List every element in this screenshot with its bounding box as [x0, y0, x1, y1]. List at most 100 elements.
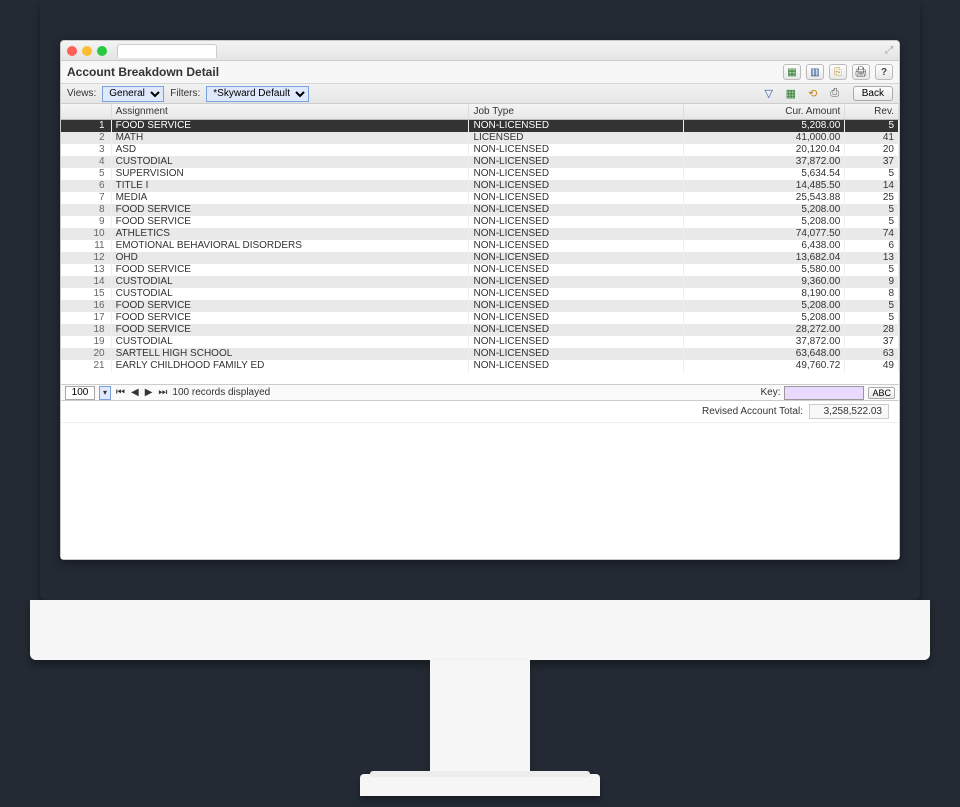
- maximize-icon[interactable]: [97, 46, 107, 56]
- cell-rev: 74: [845, 228, 899, 240]
- table-row[interactable]: 3ASDNON-LICENSED20,120.0420: [61, 144, 899, 156]
- table-row[interactable]: 21EARLY CHILDHOOD FAMILY EDNON-LICENSED4…: [61, 360, 899, 372]
- cell-assignment: FOOD SERVICE: [111, 120, 469, 133]
- print-grid-icon[interactable]: ⎙: [827, 86, 843, 102]
- close-icon[interactable]: [67, 46, 77, 56]
- cell-jobtype: NON-LICENSED: [469, 240, 684, 252]
- col-header-cur-amount[interactable]: Cur. Amount: [684, 104, 845, 120]
- table-row[interactable]: 11EMOTIONAL BEHAVIORAL DISORDERSNON-LICE…: [61, 240, 899, 252]
- key-sort-button[interactable]: ABC: [868, 387, 895, 399]
- col-header-index[interactable]: [61, 104, 111, 120]
- cell-cur-amount: 5,208.00: [684, 216, 845, 228]
- total-row: Revised Account Total: 3,258,522.03: [61, 401, 899, 423]
- cell-rev: 5: [845, 120, 899, 133]
- cell-jobtype: NON-LICENSED: [469, 324, 684, 336]
- row-index: 17: [61, 312, 111, 324]
- browser-tab[interactable]: [117, 44, 217, 58]
- cell-assignment: ASD: [111, 144, 469, 156]
- row-index: 20: [61, 348, 111, 360]
- cell-jobtype: NON-LICENSED: [469, 312, 684, 324]
- next-page-icon[interactable]: ▶: [144, 387, 154, 398]
- row-index: 3: [61, 144, 111, 156]
- copy-icon[interactable]: ⎘: [829, 64, 847, 80]
- help-icon[interactable]: ?: [875, 64, 893, 80]
- cell-cur-amount: 5,580.00: [684, 264, 845, 276]
- cell-jobtype: NON-LICENSED: [469, 264, 684, 276]
- cell-cur-amount: 28,272.00: [684, 324, 845, 336]
- table-row[interactable]: 19CUSTODIALNON-LICENSED37,872.0037: [61, 336, 899, 348]
- page-size-input[interactable]: [65, 386, 95, 400]
- data-grid: Assignment Job Type Cur. Amount Rev. 1FO…: [61, 104, 899, 384]
- table-row[interactable]: 8FOOD SERVICENON-LICENSED5,208.005: [61, 204, 899, 216]
- table-row[interactable]: 10ATHLETICSNON-LICENSED74,077.5074: [61, 228, 899, 240]
- table-row[interactable]: 9FOOD SERVICENON-LICENSED5,208.005: [61, 216, 899, 228]
- cell-jobtype: NON-LICENSED: [469, 228, 684, 240]
- key-input[interactable]: [784, 386, 864, 400]
- table-row[interactable]: 13FOOD SERVICENON-LICENSED5,580.005: [61, 264, 899, 276]
- cell-rev: 14: [845, 180, 899, 192]
- cell-jobtype: NON-LICENSED: [469, 336, 684, 348]
- cell-rev: 5: [845, 204, 899, 216]
- cell-rev: 49: [845, 360, 899, 372]
- col-header-rev[interactable]: Rev.: [845, 104, 899, 120]
- cell-jobtype: NON-LICENSED: [469, 348, 684, 360]
- chart-icon[interactable]: ▥: [806, 64, 824, 80]
- cell-rev: 8: [845, 288, 899, 300]
- print-icon[interactable]: 🖨: [852, 64, 870, 80]
- back-button[interactable]: Back: [853, 86, 893, 101]
- row-index: 2: [61, 132, 111, 144]
- filter-icon[interactable]: ▽: [761, 86, 777, 102]
- table-row[interactable]: 18FOOD SERVICENON-LICENSED28,272.0028: [61, 324, 899, 336]
- key-label: Key:: [760, 387, 780, 398]
- table-row[interactable]: 2MATHLICENSED41,000.0041: [61, 132, 899, 144]
- cell-rev: 41: [845, 132, 899, 144]
- row-index: 11: [61, 240, 111, 252]
- cell-jobtype: NON-LICENSED: [469, 192, 684, 204]
- table-row[interactable]: 15CUSTODIALNON-LICENSED8,190.008: [61, 288, 899, 300]
- filters-select[interactable]: *Skyward Default: [206, 86, 309, 102]
- cell-cur-amount: 49,760.72: [684, 360, 845, 372]
- cell-assignment: OHD: [111, 252, 469, 264]
- row-index: 12: [61, 252, 111, 264]
- table-row[interactable]: 14CUSTODIALNON-LICENSED9,360.009: [61, 276, 899, 288]
- table-row[interactable]: 16FOOD SERVICENON-LICENSED5,208.005: [61, 300, 899, 312]
- cell-assignment: EMOTIONAL BEHAVIORAL DISORDERS: [111, 240, 469, 252]
- expand-icon[interactable]: ⤢: [885, 45, 893, 56]
- cell-jobtype: NON-LICENSED: [469, 120, 684, 133]
- export-excel-icon[interactable]: ▦: [783, 64, 801, 80]
- table-row[interactable]: 7MEDIANON-LICENSED25,543.8825: [61, 192, 899, 204]
- cell-rev: 37: [845, 336, 899, 348]
- col-header-jobtype[interactable]: Job Type: [469, 104, 684, 120]
- row-index: 21: [61, 360, 111, 372]
- page-title: Account Breakdown Detail: [67, 65, 219, 79]
- refresh-icon[interactable]: ⟲: [805, 86, 821, 102]
- cell-assignment: MATH: [111, 132, 469, 144]
- page-size-stepper[interactable]: ▾: [99, 386, 111, 400]
- toolbar: Views: General Filters: *Skyward Default…: [61, 84, 899, 104]
- table-row[interactable]: 12OHDNON-LICENSED13,682.0413: [61, 252, 899, 264]
- cell-cur-amount: 6,438.00: [684, 240, 845, 252]
- first-page-icon[interactable]: ⏮: [115, 387, 126, 398]
- table-row[interactable]: 5SUPERVISIONNON-LICENSED5,634.545: [61, 168, 899, 180]
- cell-rev: 25: [845, 192, 899, 204]
- cell-cur-amount: 9,360.00: [684, 276, 845, 288]
- minimize-icon[interactable]: [82, 46, 92, 56]
- prev-page-icon[interactable]: ◀: [130, 387, 140, 398]
- table-row[interactable]: 6TITLE INON-LICENSED14,485.5014: [61, 180, 899, 192]
- excel-icon[interactable]: ▦: [783, 86, 799, 102]
- cell-rev: 5: [845, 168, 899, 180]
- last-page-icon[interactable]: ⏭: [157, 387, 168, 398]
- cell-cur-amount: 25,543.88: [684, 192, 845, 204]
- table-row[interactable]: 20SARTELL HIGH SCHOOLNON-LICENSED63,648.…: [61, 348, 899, 360]
- cell-cur-amount: 37,872.00: [684, 336, 845, 348]
- filters-label: Filters:: [170, 88, 200, 99]
- views-select[interactable]: General: [102, 86, 164, 102]
- table-row[interactable]: 1FOOD SERVICENON-LICENSED5,208.005: [61, 120, 899, 133]
- cell-jobtype: NON-LICENSED: [469, 144, 684, 156]
- col-header-assignment[interactable]: Assignment: [111, 104, 469, 120]
- table-row[interactable]: 4CUSTODIALNON-LICENSED37,872.0037: [61, 156, 899, 168]
- row-index: 10: [61, 228, 111, 240]
- cell-assignment: ATHLETICS: [111, 228, 469, 240]
- cell-cur-amount: 41,000.00: [684, 132, 845, 144]
- table-row[interactable]: 17FOOD SERVICENON-LICENSED5,208.005: [61, 312, 899, 324]
